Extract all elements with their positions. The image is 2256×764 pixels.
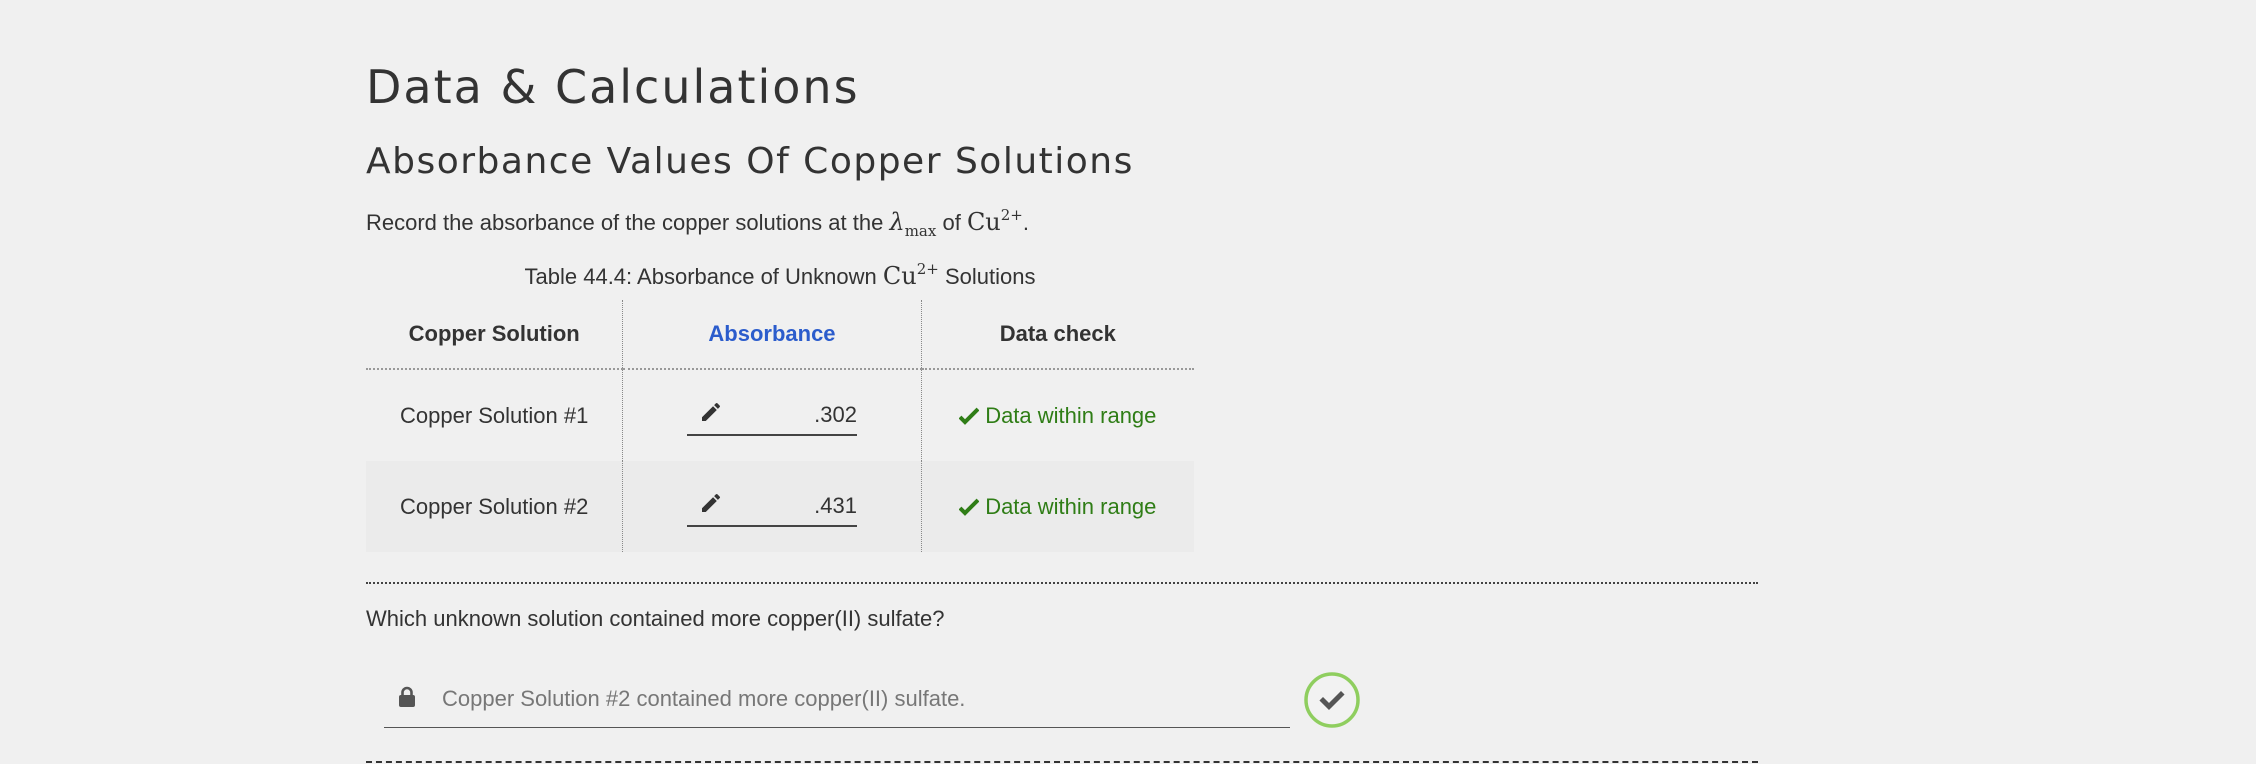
answer-field[interactable]: Copper Solution #2 contained more copper… — [384, 670, 1290, 728]
data-check-status: Data within range — [958, 403, 1156, 428]
checkmark-icon — [958, 498, 980, 516]
absorbance-input[interactable]: .431 — [686, 487, 857, 527]
solution-name: Copper Solution #1 — [399, 402, 589, 428]
data-check-status: Data within range — [958, 494, 1156, 519]
column-header-absorbance: Absorbance — [622, 300, 922, 370]
table-row: Copper Solution #2 .431 Data within rang… — [366, 461, 1194, 552]
column-header-data-check: Data check — [921, 300, 1194, 370]
answer-text: Copper Solution #2 contained more copper… — [442, 685, 966, 711]
solution-name: Copper Solution #2 — [366, 461, 623, 552]
page-title: Data & Calculations — [366, 60, 860, 114]
section-divider — [366, 582, 1758, 584]
table-row: Copper Solution #1 .302 Data within rang… — [366, 369, 1194, 461]
checkmark-icon — [958, 407, 980, 425]
absorbance-value: .431 — [814, 492, 857, 518]
submit-answer-button[interactable] — [1304, 672, 1360, 728]
absorbance-table: Copper Solution Absorbance Data check Co… — [366, 300, 1194, 552]
question-text: Which unknown solution contained more co… — [366, 606, 945, 631]
check-circle-icon — [1304, 672, 1360, 728]
section-divider-bottom — [366, 761, 1758, 763]
absorbance-value: .302 — [814, 401, 857, 427]
pencil-icon — [699, 491, 723, 521]
lock-icon — [398, 686, 416, 712]
column-header-solution: Copper Solution — [366, 300, 623, 370]
table-caption: Table 44.4: Absorbance of Unknown Cu2+ S… — [524, 260, 1036, 290]
instruction-text: Record the absorbance of the copper solu… — [366, 206, 1030, 240]
pencil-icon — [699, 400, 723, 430]
section-title: Absorbance Values Of Copper Solutions — [366, 141, 1134, 182]
absorbance-input[interactable]: .302 — [686, 396, 857, 436]
